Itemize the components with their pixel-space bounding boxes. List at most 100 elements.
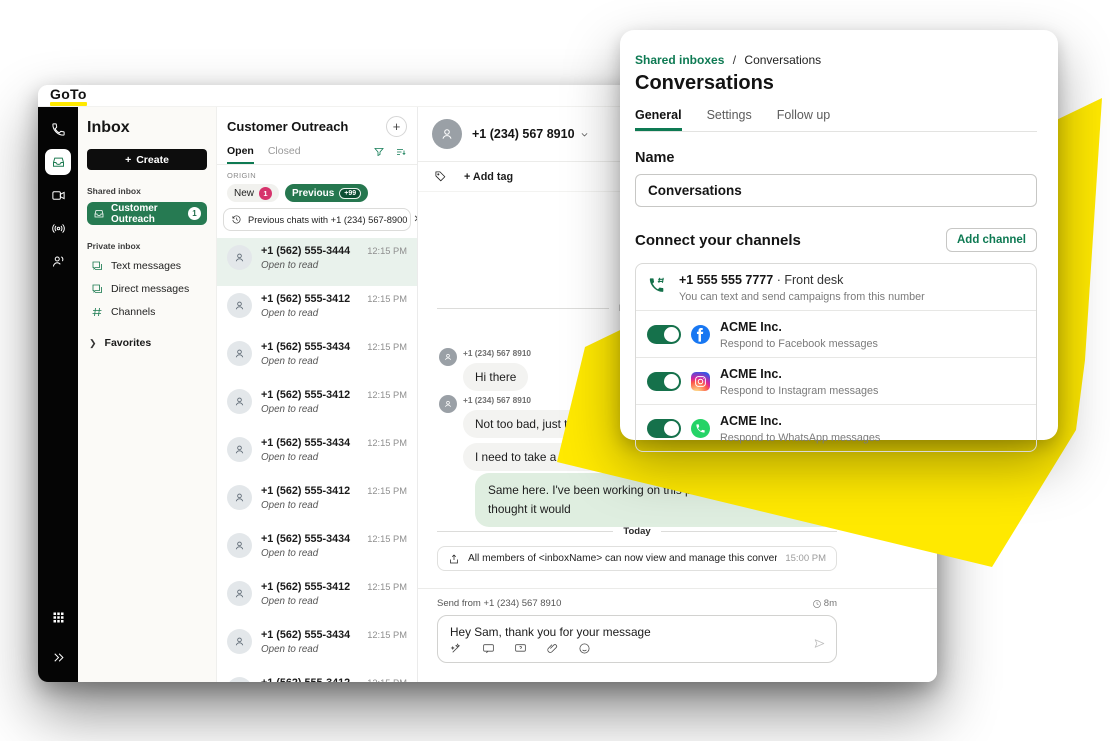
- conversation-list-item[interactable]: +1 (562) 555-3412 12:15 PM Open to read: [217, 478, 417, 526]
- new-conversation-button[interactable]: +: [386, 116, 407, 137]
- channel-name: ACME Inc.: [720, 320, 782, 334]
- contact-avatar: [227, 437, 252, 462]
- apps-grid-icon[interactable]: [45, 604, 71, 630]
- breadcrumb: Shared inboxes / Conversations: [635, 53, 1037, 67]
- tab-settings[interactable]: Settings: [707, 108, 752, 131]
- breadcrumb-shared-inboxes[interactable]: Shared inboxes: [635, 53, 724, 67]
- channel-description: Respond to Facebook messages: [720, 338, 878, 350]
- conversation-list-item[interactable]: +1 (562) 555-3434 12:15 PM Open to read: [217, 334, 417, 382]
- sidebar-item-channels[interactable]: Channels: [87, 304, 207, 320]
- system-notice: All members of <inboxName> can now view …: [437, 546, 837, 571]
- sort-icon[interactable]: [395, 146, 407, 158]
- conversation-time: 12:15 PM: [367, 678, 407, 682]
- message-bubble: Same here. I've been working on this pro…: [475, 473, 837, 527]
- notice-time: 15:00 PM: [785, 553, 826, 564]
- sidebar-item-text-messages[interactable]: Text messages: [87, 258, 207, 274]
- conversation-number: +1 (562) 555-3412: [261, 581, 350, 593]
- filter-chip-new[interactable]: New 1: [227, 184, 279, 202]
- conversation-number: +1 (562) 555-3434: [261, 341, 350, 353]
- phone-channel-number: +1 555 555 7777: [679, 273, 773, 287]
- chevron-down-icon: [580, 130, 589, 139]
- contact-avatar: [227, 485, 252, 510]
- conversation-number: +1 (562) 555-3444: [261, 245, 350, 257]
- draft-text: Hey Sam, thank you for your message: [450, 625, 824, 639]
- day-divider-today: Today: [437, 526, 837, 537]
- private-inbox-label: Private inbox: [87, 241, 207, 251]
- facebook-toggle[interactable]: [647, 325, 681, 344]
- tab-general[interactable]: General: [635, 108, 682, 131]
- attachment-icon[interactable]: [546, 642, 559, 655]
- contact-dropdown[interactable]: +1 (234) 567 8910: [472, 127, 589, 141]
- person-icon: [233, 443, 246, 456]
- contact-center-icon[interactable]: [45, 248, 71, 274]
- conversation-list-item[interactable]: +1 (562) 555-3434 12:15 PM Open to read: [217, 622, 417, 670]
- contact-avatar: [227, 581, 252, 606]
- sidebar-item-customer-outreach[interactable]: Customer Outreach 1: [87, 202, 207, 225]
- ai-compose-icon[interactable]: [450, 642, 463, 655]
- contact-avatar: [227, 245, 252, 270]
- chevron-right-icon: ❯: [89, 338, 97, 349]
- favorites-toggle[interactable]: ❯ Favorites: [87, 337, 207, 349]
- conversation-status: Open to read: [261, 260, 407, 271]
- share-tray-icon: [448, 553, 460, 565]
- add-tag-button[interactable]: + Add tag: [464, 171, 513, 183]
- conversation-list-item[interactable]: +1 (562) 555-3412 12:15 PM Open to read: [217, 670, 417, 682]
- filter-icon[interactable]: [373, 146, 385, 158]
- tab-open[interactable]: Open: [227, 145, 254, 164]
- conversation-list-item[interactable]: +1 (562) 555-3434 12:15 PM Open to read: [217, 526, 417, 574]
- channel-name: ACME Inc.: [720, 414, 782, 428]
- sidebar-item-direct-messages[interactable]: Direct messages: [87, 281, 207, 297]
- conversation-list-item[interactable]: +1 (562) 555-3412 12:15 PM Open to read: [217, 286, 417, 334]
- conversation-list-item[interactable]: +1 (562) 555-3444 12:15 PM Open to read: [217, 238, 417, 286]
- previous-chats-filter-chip[interactable]: Previous chats with +1 (234) 567-8900 ✕: [223, 208, 411, 231]
- person-icon: [443, 399, 453, 409]
- conversation-status: Open to read: [261, 356, 407, 367]
- conversation-number: +1 (562) 555-3412: [261, 485, 350, 497]
- emoji-icon[interactable]: [578, 642, 591, 655]
- conversation-time: 12:15 PM: [367, 534, 407, 544]
- message-input[interactable]: Hey Sam, thank you for your message: [437, 615, 837, 663]
- filter-chip-previous[interactable]: Previous +99: [285, 184, 368, 202]
- phone-hash-icon: [647, 276, 669, 298]
- instagram-toggle[interactable]: [647, 372, 681, 391]
- conversation-list-item[interactable]: +1 (562) 555-3412 12:15 PM Open to read: [217, 574, 417, 622]
- phone-channel-row: +1 555 555 7777 · Front desk You can tex…: [636, 264, 1036, 310]
- conversation-time: 12:15 PM: [367, 390, 407, 400]
- conversation-time: 12:15 PM: [367, 246, 407, 256]
- tab-follow-up[interactable]: Follow up: [777, 108, 831, 131]
- whatsapp-icon: [691, 419, 710, 438]
- phone-icon[interactable]: [45, 116, 71, 142]
- conversation-time: 12:15 PM: [367, 486, 407, 496]
- name-input[interactable]: [635, 174, 1037, 207]
- conversation-list-item[interactable]: +1 (562) 555-3434 12:15 PM Open to read: [217, 430, 417, 478]
- broadcast-icon[interactable]: [45, 215, 71, 241]
- conversation-list[interactable]: +1 (562) 555-3444 12:15 PM Open to read: [217, 238, 417, 682]
- video-icon[interactable]: [45, 182, 71, 208]
- contact-avatar: [439, 348, 457, 366]
- canned-response-icon[interactable]: [482, 642, 495, 655]
- facebook-channel-row: ACME Inc. Respond to Facebook messages: [636, 310, 1036, 357]
- send-icon[interactable]: [813, 637, 826, 655]
- conversation-number: +1 (562) 555-3434: [261, 629, 350, 641]
- conversation-time: 12:15 PM: [367, 294, 407, 304]
- conversation-status: Open to read: [261, 308, 407, 319]
- list-tabs: Open Closed: [217, 145, 417, 165]
- nav-rail: [38, 107, 78, 682]
- chat-square-icon: [91, 260, 103, 272]
- plus-icon: +: [125, 154, 131, 166]
- add-channel-button[interactable]: Add channel: [946, 228, 1037, 252]
- phone-channel-name: Front desk: [784, 273, 843, 287]
- contact-avatar: [227, 293, 252, 318]
- collapse-icon[interactable]: [45, 644, 71, 670]
- create-button[interactable]: + Create: [87, 149, 207, 170]
- conversation-status: Open to read: [261, 452, 407, 463]
- template-icon[interactable]: [514, 642, 527, 655]
- whatsapp-toggle[interactable]: [647, 419, 681, 438]
- shared-inbox-label: Shared inbox: [87, 186, 207, 196]
- inbox-icon[interactable]: [45, 149, 71, 175]
- tag-icon: [434, 170, 447, 183]
- contact-avatar: [227, 629, 252, 654]
- conversation-number: +1 (562) 555-3412: [261, 677, 350, 682]
- tab-closed[interactable]: Closed: [268, 145, 301, 164]
- conversation-list-item[interactable]: +1 (562) 555-3412 12:15 PM Open to read: [217, 382, 417, 430]
